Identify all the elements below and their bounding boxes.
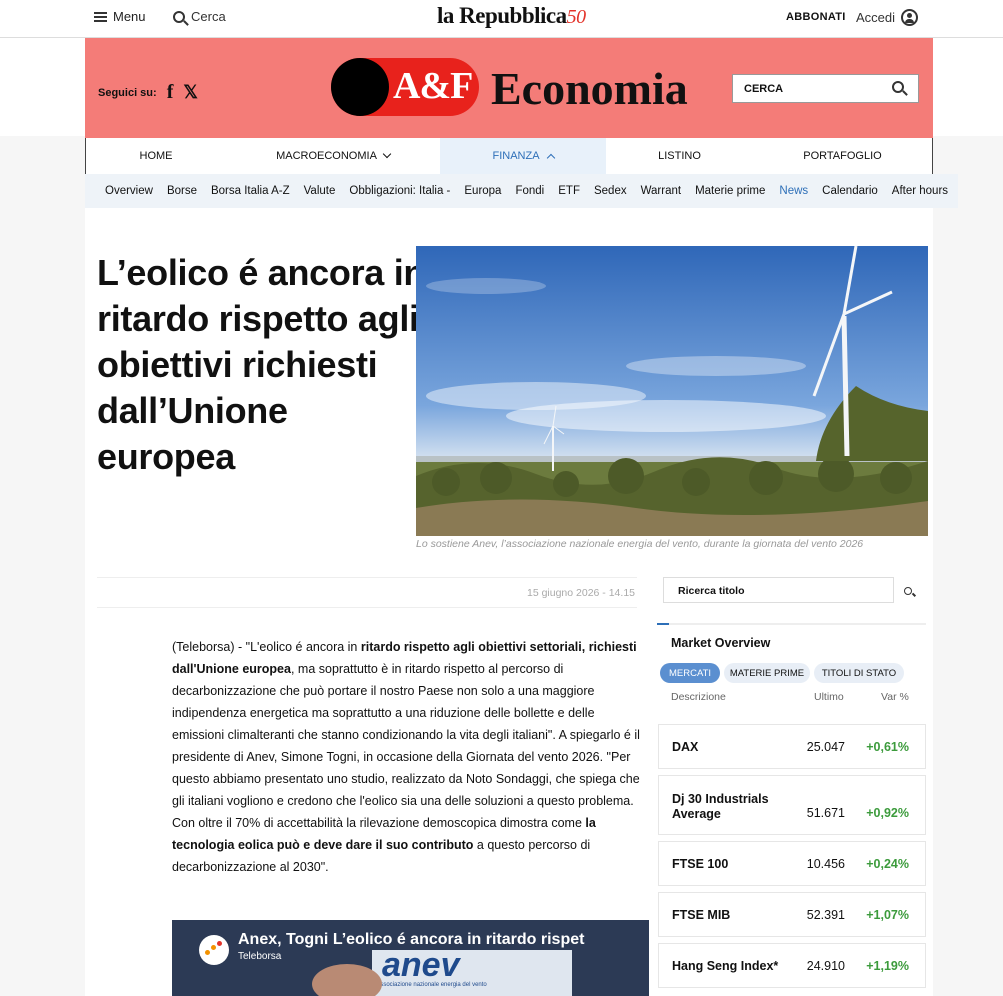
article-date: 15 giugno 2026 - 14.15 xyxy=(526,587,635,599)
section-search-input[interactable]: CERCA xyxy=(732,74,919,103)
tab-mercati[interactable]: MERCATI xyxy=(660,663,720,683)
chevron-up-icon xyxy=(546,153,555,162)
market-row[interactable]: Dj 30 Industrials Average 51.671 +0,92% xyxy=(658,775,926,835)
main-nav: HOME MACROECONOMIA FINANZA LISTINO PORTA… xyxy=(85,138,933,174)
market-overview-title: Market Overview xyxy=(671,636,771,650)
stock-search-input[interactable]: Ricerca titolo xyxy=(663,577,894,603)
subnav-item[interactable]: After hours xyxy=(892,185,948,197)
search-icon xyxy=(173,10,185,23)
column-header-description: Descrizione xyxy=(671,691,726,703)
market-change: +1,19% xyxy=(866,959,909,973)
login-button[interactable]: Accedi xyxy=(856,9,919,26)
video-player[interactable]: anev associazione nazionale energia del … xyxy=(172,920,649,996)
section-title: Economia xyxy=(491,63,688,114)
menu-button[interactable]: Menu xyxy=(94,9,146,24)
subnav-item[interactable]: ETF xyxy=(558,185,580,197)
repubblica-logo[interactable]: la Repubblica50 xyxy=(437,3,586,29)
follow-label: Seguici su: xyxy=(98,86,157,99)
subnav-item[interactable]: Borsa Italia A-Z xyxy=(211,185,290,197)
search-label: Cerca xyxy=(191,9,226,24)
market-name: FTSE 100 xyxy=(672,857,729,871)
anev-subtitle: associazione nazionale energia del vento xyxy=(377,982,487,988)
video-title[interactable]: Anex, Togni L’eolico é ancora in ritardo… xyxy=(238,931,584,949)
article-body: (Teleborsa) - "L'eolico é ancora in rita… xyxy=(172,640,640,874)
market-change: +0,61% xyxy=(866,740,909,754)
nav-home[interactable]: HOME xyxy=(86,138,226,174)
search-icon xyxy=(904,587,912,595)
x-icon[interactable]: 𝕏 xyxy=(183,82,198,103)
speaker-head xyxy=(312,964,382,996)
subnav-item[interactable]: Obbligazioni: Italia - xyxy=(349,185,450,197)
market-change: +0,24% xyxy=(866,857,909,871)
af-logo-text: A&F xyxy=(393,65,473,107)
top-bar: Menu Cerca la Repubblica50 ABBONATI Acce… xyxy=(0,0,1003,38)
follow-us: Seguici su: f 𝕏 xyxy=(98,81,198,104)
market-row[interactable]: FTSE 100 10.456 +0,24% xyxy=(658,841,926,886)
chevron-down-icon xyxy=(382,149,392,159)
subnav-item[interactable]: Europa xyxy=(464,185,501,197)
sub-nav: Overview Borse Borsa Italia A-Z Valute O… xyxy=(85,174,958,208)
facebook-icon[interactable]: f xyxy=(167,81,174,104)
tab-materie-prime[interactable]: MATERIE PRIME xyxy=(724,663,810,683)
market-change: +1,07% xyxy=(866,908,909,922)
subnav-item[interactable]: Fondi xyxy=(515,185,544,197)
user-icon xyxy=(901,9,919,26)
market-last: 25.047 xyxy=(806,740,845,754)
nav-portafoglio[interactable]: PORTAFOGLIO xyxy=(753,138,932,174)
subscribe-link[interactable]: ABBONATI xyxy=(786,11,846,23)
search-button[interactable]: Cerca xyxy=(173,9,226,24)
market-change: +0,92% xyxy=(866,806,909,820)
hamburger-icon xyxy=(94,11,107,22)
af-logo-dot xyxy=(331,58,389,116)
nav-listino[interactable]: LISTINO xyxy=(606,138,753,174)
section-search-placeholder: CERCA xyxy=(744,83,784,95)
anev-logo: anev xyxy=(382,946,460,984)
stock-search-button[interactable] xyxy=(904,582,912,600)
subnav-item[interactable]: Borse xyxy=(167,185,197,197)
wind-turbine-image xyxy=(416,246,928,536)
subnav-item[interactable]: Sedex xyxy=(594,185,627,197)
market-last: 24.910 xyxy=(806,959,845,973)
market-name: Dj 30 Industrials Average xyxy=(672,792,769,821)
image-caption: Lo sostiene Anev, l’associazione naziona… xyxy=(416,538,864,550)
column-header-change: Var % xyxy=(881,691,909,703)
subnav-item-news[interactable]: News xyxy=(779,185,808,197)
article-photo xyxy=(416,246,928,536)
market-row[interactable]: Hang Seng Index* 24.910 +1,19% xyxy=(658,943,926,988)
market-name: DAX xyxy=(672,740,699,754)
market-row[interactable]: FTSE MIB 52.391 +1,07% xyxy=(658,892,926,937)
menu-label: Menu xyxy=(113,9,146,24)
af-logo[interactable]: A&F xyxy=(331,58,479,116)
subnav-item[interactable]: Materie prime xyxy=(695,185,765,197)
stock-search-placeholder: Ricerca titolo xyxy=(678,585,745,597)
market-row[interactable]: DAX 25.047 +0,61% xyxy=(658,724,926,769)
nav-finanza[interactable]: FINANZA xyxy=(440,138,606,174)
article-meta: 15 giugno 2026 - 14.15 xyxy=(97,577,637,608)
login-label: Accedi xyxy=(856,10,896,25)
subnav-item[interactable]: Overview xyxy=(105,185,153,197)
teleborsa-logo-icon[interactable] xyxy=(199,935,229,965)
market-name: Hang Seng Index* xyxy=(672,959,779,973)
section-header: Seguici su: f 𝕏 A&F Economia CERCA xyxy=(85,38,933,138)
column-header-last: Ultimo xyxy=(814,691,844,703)
market-last: 51.671 xyxy=(806,806,845,820)
market-name: FTSE MIB xyxy=(672,908,731,922)
video-channel[interactable]: Teleborsa xyxy=(238,951,281,962)
market-divider xyxy=(657,623,926,625)
nav-macroeconomia[interactable]: MACROECONOMIA xyxy=(226,138,440,174)
search-icon[interactable] xyxy=(892,81,904,93)
subnav-item[interactable]: Valute xyxy=(304,185,336,197)
tab-titoli-di-stato[interactable]: TITOLI DI STATO xyxy=(814,663,904,683)
subnav-item[interactable]: Warrant xyxy=(641,185,681,197)
article-title: L’eolico é ancora in ritardo rispetto ag… xyxy=(97,252,426,477)
market-last: 52.391 xyxy=(806,908,845,922)
subnav-item[interactable]: Calendario xyxy=(822,185,878,197)
market-last: 10.456 xyxy=(806,857,845,871)
